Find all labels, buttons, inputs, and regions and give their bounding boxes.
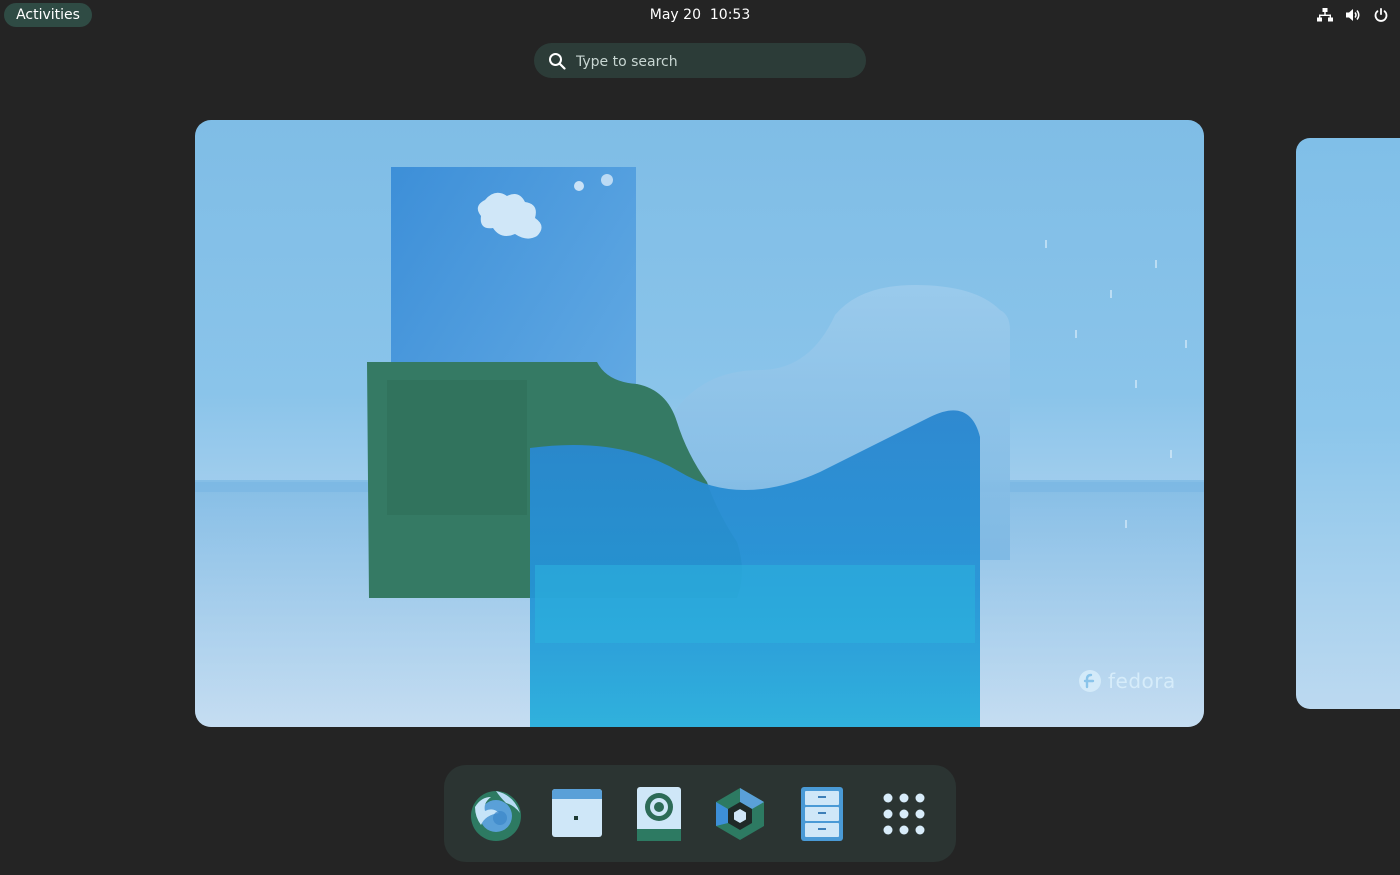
terminal-icon	[552, 789, 602, 837]
search-icon	[548, 52, 566, 70]
volume-icon[interactable]	[1344, 6, 1362, 24]
activities-button[interactable]: Activities	[4, 3, 92, 27]
firefox-icon	[471, 791, 521, 841]
fedora-wallpaper-logo: fedora	[1078, 668, 1176, 694]
file-cabinet-icon	[801, 787, 843, 841]
fedora-logo-text: fedora	[1108, 669, 1176, 693]
fedora-icon	[1079, 670, 1101, 692]
system-tray[interactable]	[1316, 6, 1390, 24]
dash-item-rhythmbox[interactable]	[626, 781, 692, 847]
dash	[444, 765, 956, 862]
top-bar: Activities May 20 10:53	[0, 0, 1400, 30]
search-entry[interactable]	[534, 43, 866, 80]
music-player-icon	[637, 787, 681, 841]
wallpaper-artwork	[195, 167, 1204, 727]
workspace-thumbnail-current[interactable]: fedora	[195, 120, 1204, 727]
network-wired-icon[interactable]	[1316, 6, 1334, 24]
clock-container: May 20 10:53	[0, 0, 1400, 30]
media-writer-icon	[716, 788, 764, 840]
app-grid-icon	[883, 793, 925, 835]
power-icon[interactable]	[1372, 6, 1390, 24]
search-input[interactable]	[574, 43, 858, 80]
dash-show-apps-button[interactable]	[871, 781, 937, 847]
dash-item-firefox[interactable]	[463, 781, 529, 847]
date-time-clock[interactable]: May 20 10:53	[650, 7, 750, 23]
workspace-thumbnail-next[interactable]	[1296, 138, 1400, 709]
dash-item-media-writer[interactable]	[707, 781, 773, 847]
dash-item-files[interactable]	[789, 781, 855, 847]
dash-item-terminal[interactable]	[544, 781, 610, 847]
